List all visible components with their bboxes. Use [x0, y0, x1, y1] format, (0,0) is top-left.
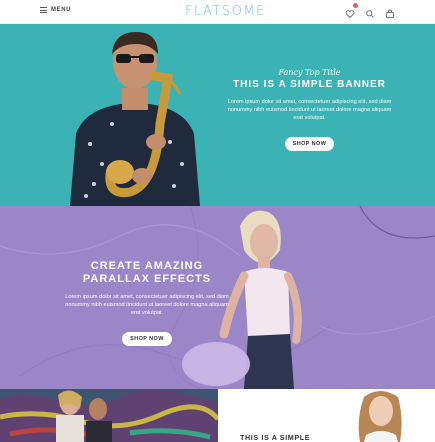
hero-title: THIS IS A SIMPLE BANNER: [233, 79, 386, 90]
smiling-woman-image: [358, 391, 402, 442]
parallax-banner: CREATE AMAZING PARALLAX EFFECTS Lorem ip…: [0, 206, 435, 389]
parallax-title: CREATE AMAZING PARALLAX EFFECTS: [82, 260, 212, 285]
simple-banner-tile: THIS IS A SIMPLE: [218, 389, 435, 442]
hamburger-icon: [40, 7, 47, 14]
wishlist-badge: [353, 3, 358, 8]
header-actions: [345, 3, 395, 19]
heart-icon[interactable]: [345, 3, 358, 19]
menu-label: MENU: [51, 7, 72, 13]
site-header: MENU FLATSOME: [0, 0, 435, 24]
hero-banner: Fancy Top Title THIS IS A SIMPLE BANNER …: [0, 24, 435, 206]
site-logo[interactable]: FLATSOME: [185, 4, 266, 19]
hero-kicker: Fancy Top Title: [278, 68, 341, 77]
simple-banner-title: THIS IS A SIMPLE: [240, 433, 311, 442]
parallax-shop-now-button[interactable]: SHOP NOW: [122, 332, 172, 346]
graffiti-couple-image: [0, 389, 218, 442]
hero-body: Lorem ipsum dolor sit amet, consectetuer…: [227, 99, 392, 121]
menu-button[interactable]: MENU: [40, 7, 72, 14]
hero-shop-now-button[interactable]: SHOP NOW: [284, 137, 335, 151]
cart-icon[interactable]: [385, 6, 395, 19]
hero-text-box: Fancy Top Title THIS IS A SIMPLE BANNER …: [227, 68, 392, 151]
search-icon[interactable]: [365, 6, 375, 18]
saxophone-player-image: [70, 32, 200, 206]
parallax-body: Lorem ipsum dolor sit amet, consectetuer…: [65, 294, 229, 316]
parallax-text-box: CREATE AMAZING PARALLAX EFFECTS Lorem ip…: [62, 260, 232, 346]
